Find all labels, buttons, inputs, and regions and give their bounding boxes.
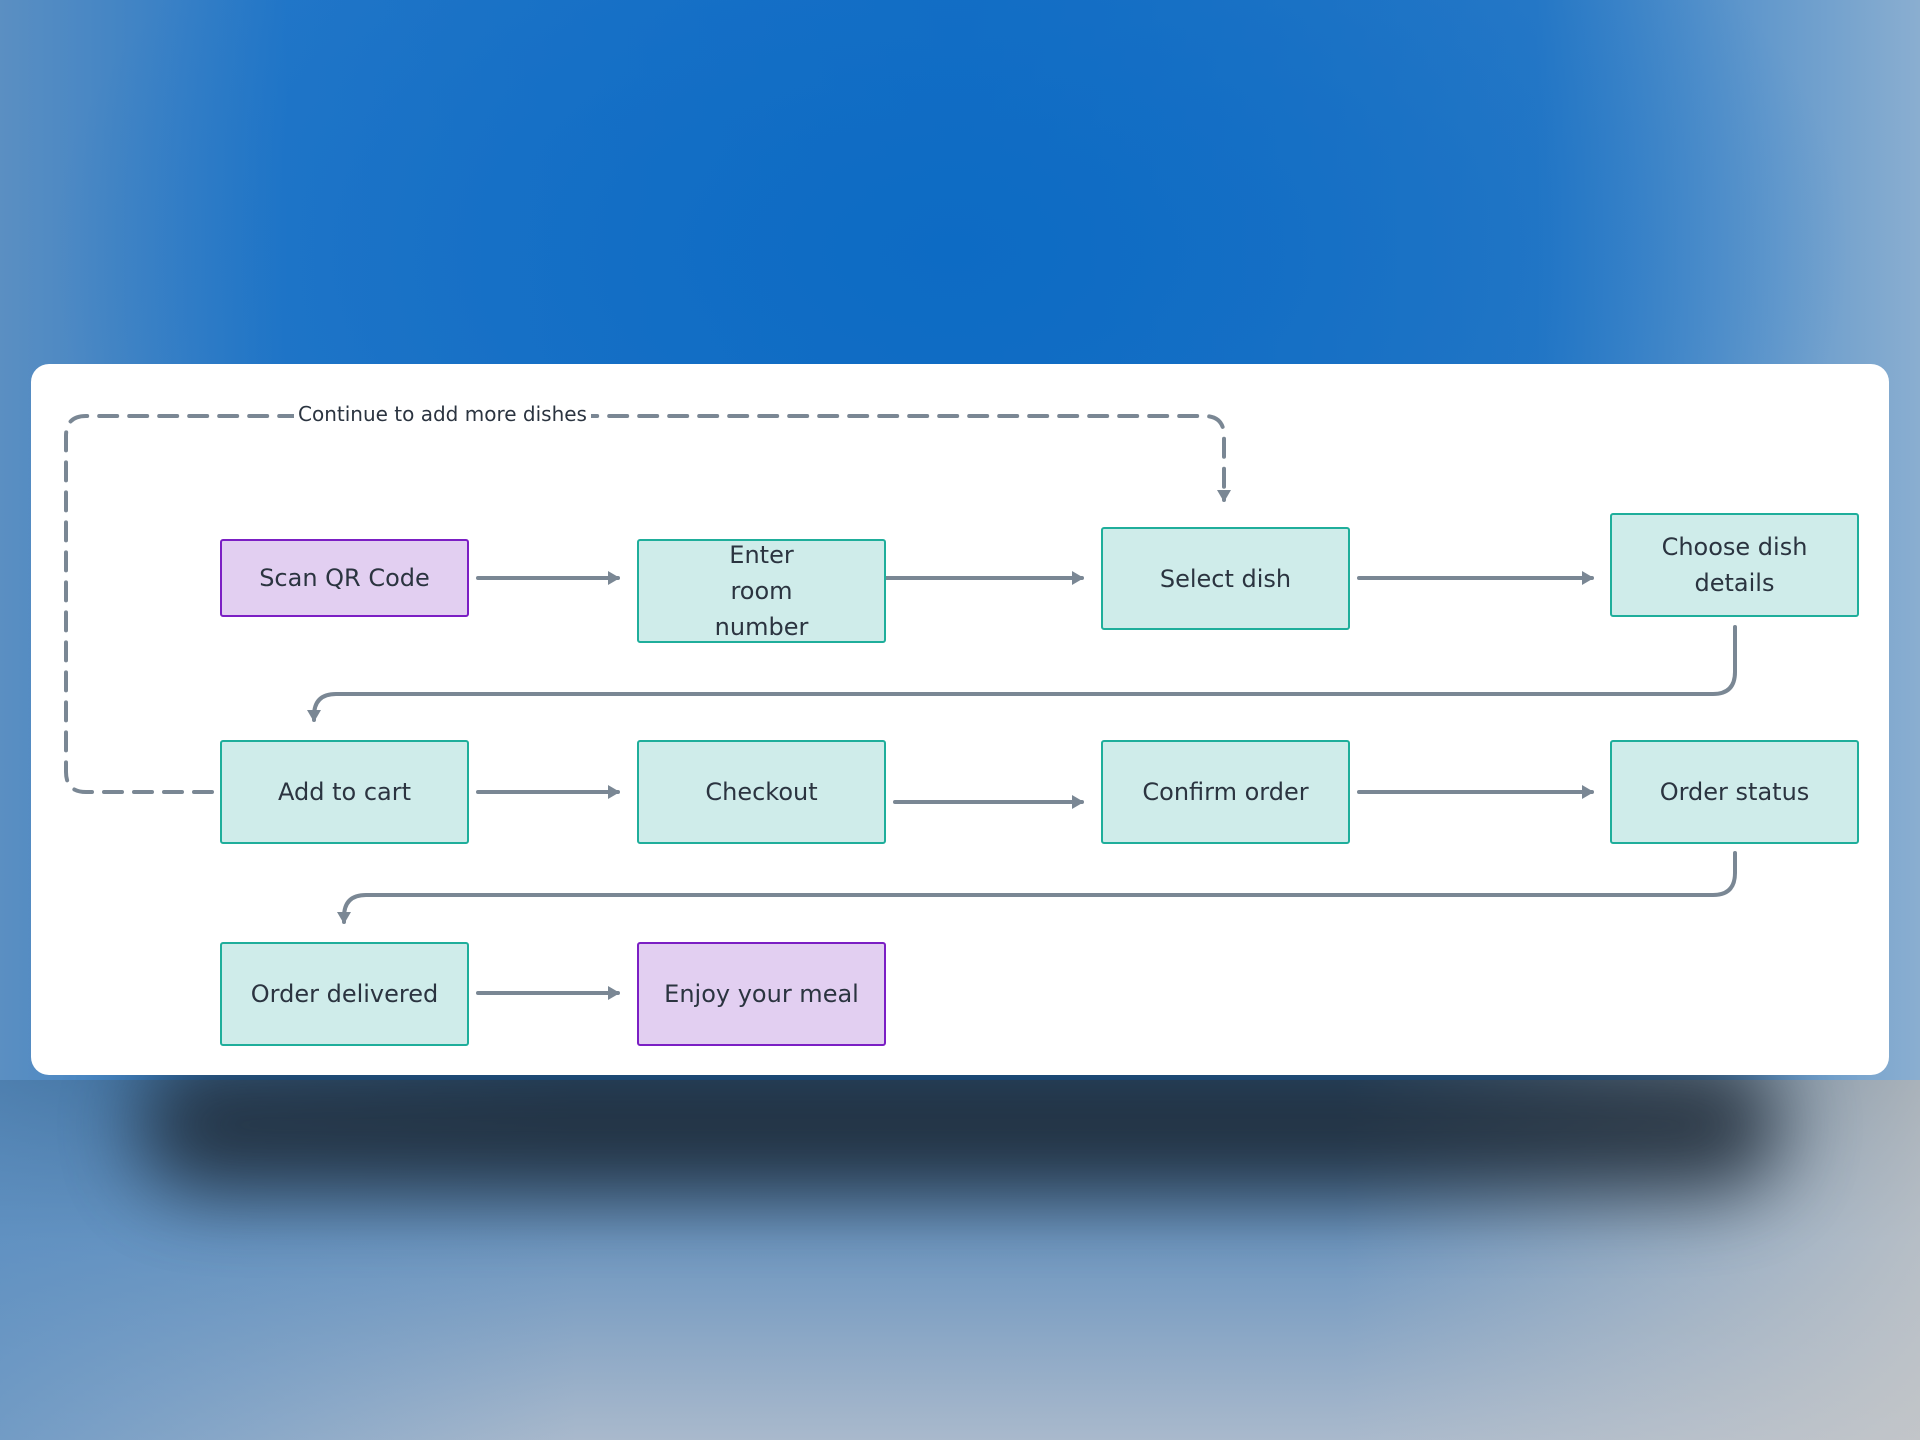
node-add-to-cart[interactable]: Add to cart xyxy=(220,740,469,844)
edge-details-cart xyxy=(307,625,1737,722)
node-label: Enter room number xyxy=(714,541,809,641)
node-select-dish[interactable]: Select dish xyxy=(1101,527,1350,630)
node-label: Choose dish details xyxy=(1661,533,1808,597)
node-label: Select dish xyxy=(1159,564,1292,593)
node-label: Add to cart xyxy=(278,778,411,806)
connectors xyxy=(64,414,1737,1000)
edge-status-delivered xyxy=(337,851,1737,924)
node-order-status[interactable]: Order status xyxy=(1610,740,1859,844)
node-order-delivered[interactable]: Order delivered xyxy=(220,942,469,1046)
node-enter-room-number[interactable]: Enter room number xyxy=(637,539,886,643)
node-label: Order delivered xyxy=(250,980,439,1008)
node-enjoy-your-meal[interactable]: Enjoy your meal xyxy=(637,942,886,1046)
node-label: Order status xyxy=(1659,778,1810,806)
node-label: Enjoy your meal xyxy=(664,980,859,1008)
node-label: Scan QR Code xyxy=(259,564,430,592)
node-label: Checkout xyxy=(705,778,818,806)
node-checkout[interactable]: Checkout xyxy=(637,740,886,844)
node-confirm-order[interactable]: Confirm order xyxy=(1101,740,1350,844)
loop-edge-label: Continue to add more dishes xyxy=(294,402,591,426)
node-scan-qr-code[interactable]: Scan QR Code xyxy=(220,539,469,617)
node-choose-dish-details[interactable]: Choose dish details xyxy=(1610,513,1859,617)
node-label: Confirm order xyxy=(1142,778,1309,806)
